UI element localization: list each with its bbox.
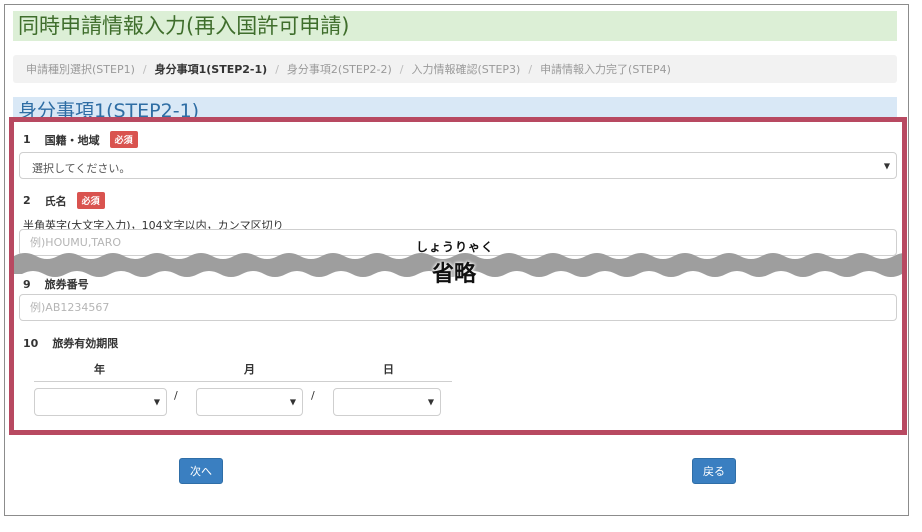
breadcrumb: 申請種別選択(STEP1) / 身分事項1(STEP2-1) / 身分事項2(S…	[13, 55, 897, 83]
passport-expiry-label: 旅券有効期限	[52, 337, 119, 350]
name-label-row: 2 氏名 必須	[23, 192, 105, 209]
month-column-label: 月	[244, 363, 255, 376]
omission-ruby: しょうりゃく	[416, 240, 495, 254]
field-number: 10	[23, 336, 39, 350]
breadcrumb-separator: /	[142, 62, 147, 76]
field-number: 9	[23, 277, 31, 291]
nationality-label: 国籍・地域	[44, 133, 100, 147]
highlighted-form-area: 1 国籍・地域 必須 選択してください。 ▼ 2 氏名 必須 半角英字(大文字入…	[9, 117, 907, 435]
breadcrumb-separator: /	[528, 62, 533, 76]
date-separator: /	[174, 389, 178, 402]
passport-number-input-field[interactable]	[20, 295, 896, 320]
caret-down-icon: ▼	[153, 397, 160, 407]
expiry-month-select[interactable]: ▼	[196, 388, 303, 416]
passport-number-input[interactable]	[19, 294, 897, 321]
passport-expiry-label-row: 10 旅券有効期限	[23, 335, 128, 351]
caret-down-icon: ▼	[289, 397, 296, 407]
breadcrumb-step1: 申請種別選択(STEP1)	[26, 63, 135, 76]
day-column-label: 日	[383, 363, 394, 376]
breadcrumb-step3: 入力情報確認(STEP3)	[411, 63, 521, 76]
breadcrumb-step2-1: 身分事項1(STEP2-1)	[154, 63, 268, 76]
caret-down-icon: ▼	[883, 161, 890, 170]
name-label: 氏名	[44, 194, 67, 208]
nationality-select-value: 選択してください。	[32, 162, 131, 175]
field-number: 1	[23, 133, 31, 146]
breadcrumb-separator: /	[399, 62, 404, 76]
back-button[interactable]: 戻る	[692, 458, 736, 484]
required-badge: 必須	[76, 192, 105, 209]
passport-number-label-row: 9 旅券番号	[23, 276, 99, 292]
nationality-select[interactable]: 選択してください。 ▼	[19, 152, 897, 179]
title-bar: 同時申請情報入力(再入国許可申請)	[13, 11, 897, 41]
date-header-divider	[34, 381, 452, 382]
section-header: 身分事項1(STEP2-1)	[13, 97, 897, 117]
date-separator: /	[311, 389, 315, 402]
breadcrumb-separator: /	[275, 62, 279, 76]
passport-number-label: 旅券番号	[44, 278, 89, 291]
breadcrumb-step2-2: 身分事項2(STEP2-2)	[286, 63, 392, 76]
next-button[interactable]: 次へ	[179, 458, 223, 484]
field-number: 2	[23, 194, 31, 207]
expiry-year-select[interactable]: ▼	[34, 388, 167, 416]
breadcrumb-step4: 申請情報入力完了(STEP4)	[540, 63, 671, 76]
page-title: 同時申請情報入力(再入国許可申請)	[18, 14, 350, 38]
section-title: 身分事項1(STEP2-1)	[18, 100, 200, 117]
caret-down-icon: ▼	[427, 397, 434, 407]
year-column-label: 年	[94, 363, 105, 376]
nationality-label-row: 1 国籍・地域 必須	[23, 131, 138, 148]
omission-label: 省略	[432, 262, 477, 287]
required-badge: 必須	[109, 131, 138, 148]
expiry-day-select[interactable]: ▼	[333, 388, 441, 416]
